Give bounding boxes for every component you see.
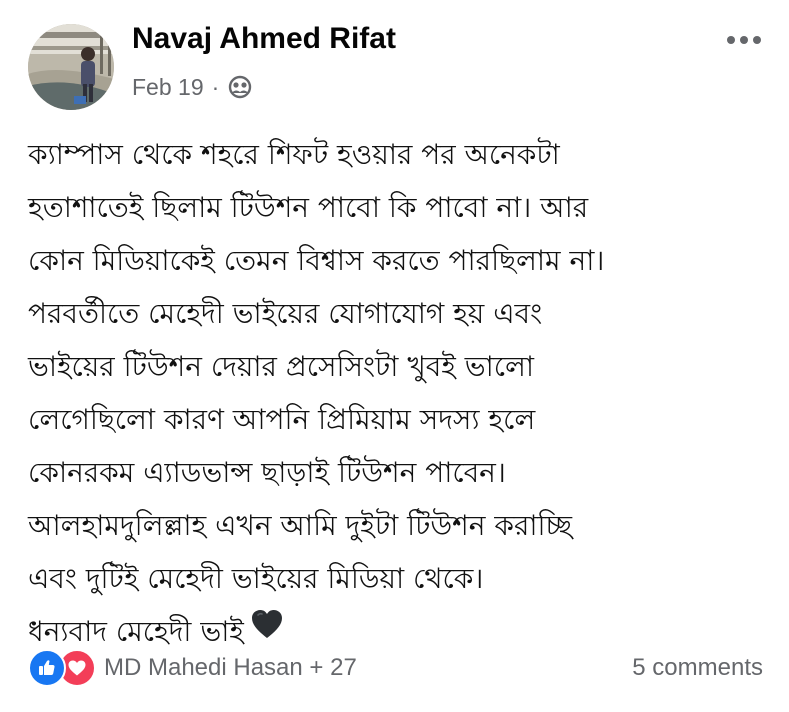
post-line: ক্যাম্পাস থেকে শহরে শিফট হওয়ার পর অনেকট…: [28, 138, 560, 171]
facebook-post: Navaj Ahmed Rifat Feb 19 · ক্যাম্পাস থেক…: [0, 0, 789, 712]
reactions-text: MD Mahedi Hasan + 27: [104, 654, 357, 681]
post-line: হতাশাতেই ছিলাম টিউশন পাবো কি পাবো না। আর: [28, 191, 589, 224]
reaction-icons: [28, 649, 96, 687]
post-line-text: ধন্যবাদ মেহেদী ভাই: [28, 615, 244, 648]
more-dot: [753, 36, 761, 44]
more-options-icon[interactable]: [720, 26, 768, 54]
post-line: ভাইয়ের টিউশন দেয়ার প্রসেসিংটা খুবই ভাল…: [28, 350, 534, 383]
author-avatar[interactable]: [28, 24, 114, 110]
post-line: লেগেছিলো কারণ আপনি প্রিমিয়াম সদস্য হলে: [28, 403, 536, 436]
comments-count-link[interactable]: 5 comments: [632, 648, 763, 688]
post-line: আলহামদুলিল্লাহ এখন আমি দুইটা টিউশন করাচ্…: [28, 509, 572, 542]
more-dot: [727, 36, 735, 44]
post-line: কোন মিডিয়াকেই তেমন বিশ্বাস করতে পারছিলা…: [28, 244, 605, 277]
author-name[interactable]: Navaj Ahmed Rifat: [132, 22, 396, 56]
friends-icon[interactable]: [227, 75, 253, 99]
post-date[interactable]: Feb 19: [132, 74, 204, 101]
post-line: এবং দুটিই মেহেদী ভাইয়ের মিডিয়া থেকে।: [28, 562, 484, 595]
like-icon: [28, 649, 66, 687]
post-text: ক্যাম্পাস থেকে শহরে শিফট হওয়ার পর অনেকট…: [28, 128, 768, 660]
more-dot: [740, 36, 748, 44]
meta-separator: ·: [211, 73, 220, 100]
post-line: পরবর্তীতে মেহেদী ভাইয়ের যোগাযোগ হয় এবং: [28, 297, 543, 330]
post-line: কোনরকম এ্যাডভান্স ছাড়াই টিউশন পাবেন।: [28, 456, 506, 489]
post-meta: Feb 19 ·: [132, 70, 253, 104]
reactions-summary[interactable]: MD Mahedi Hasan + 27: [28, 648, 357, 688]
